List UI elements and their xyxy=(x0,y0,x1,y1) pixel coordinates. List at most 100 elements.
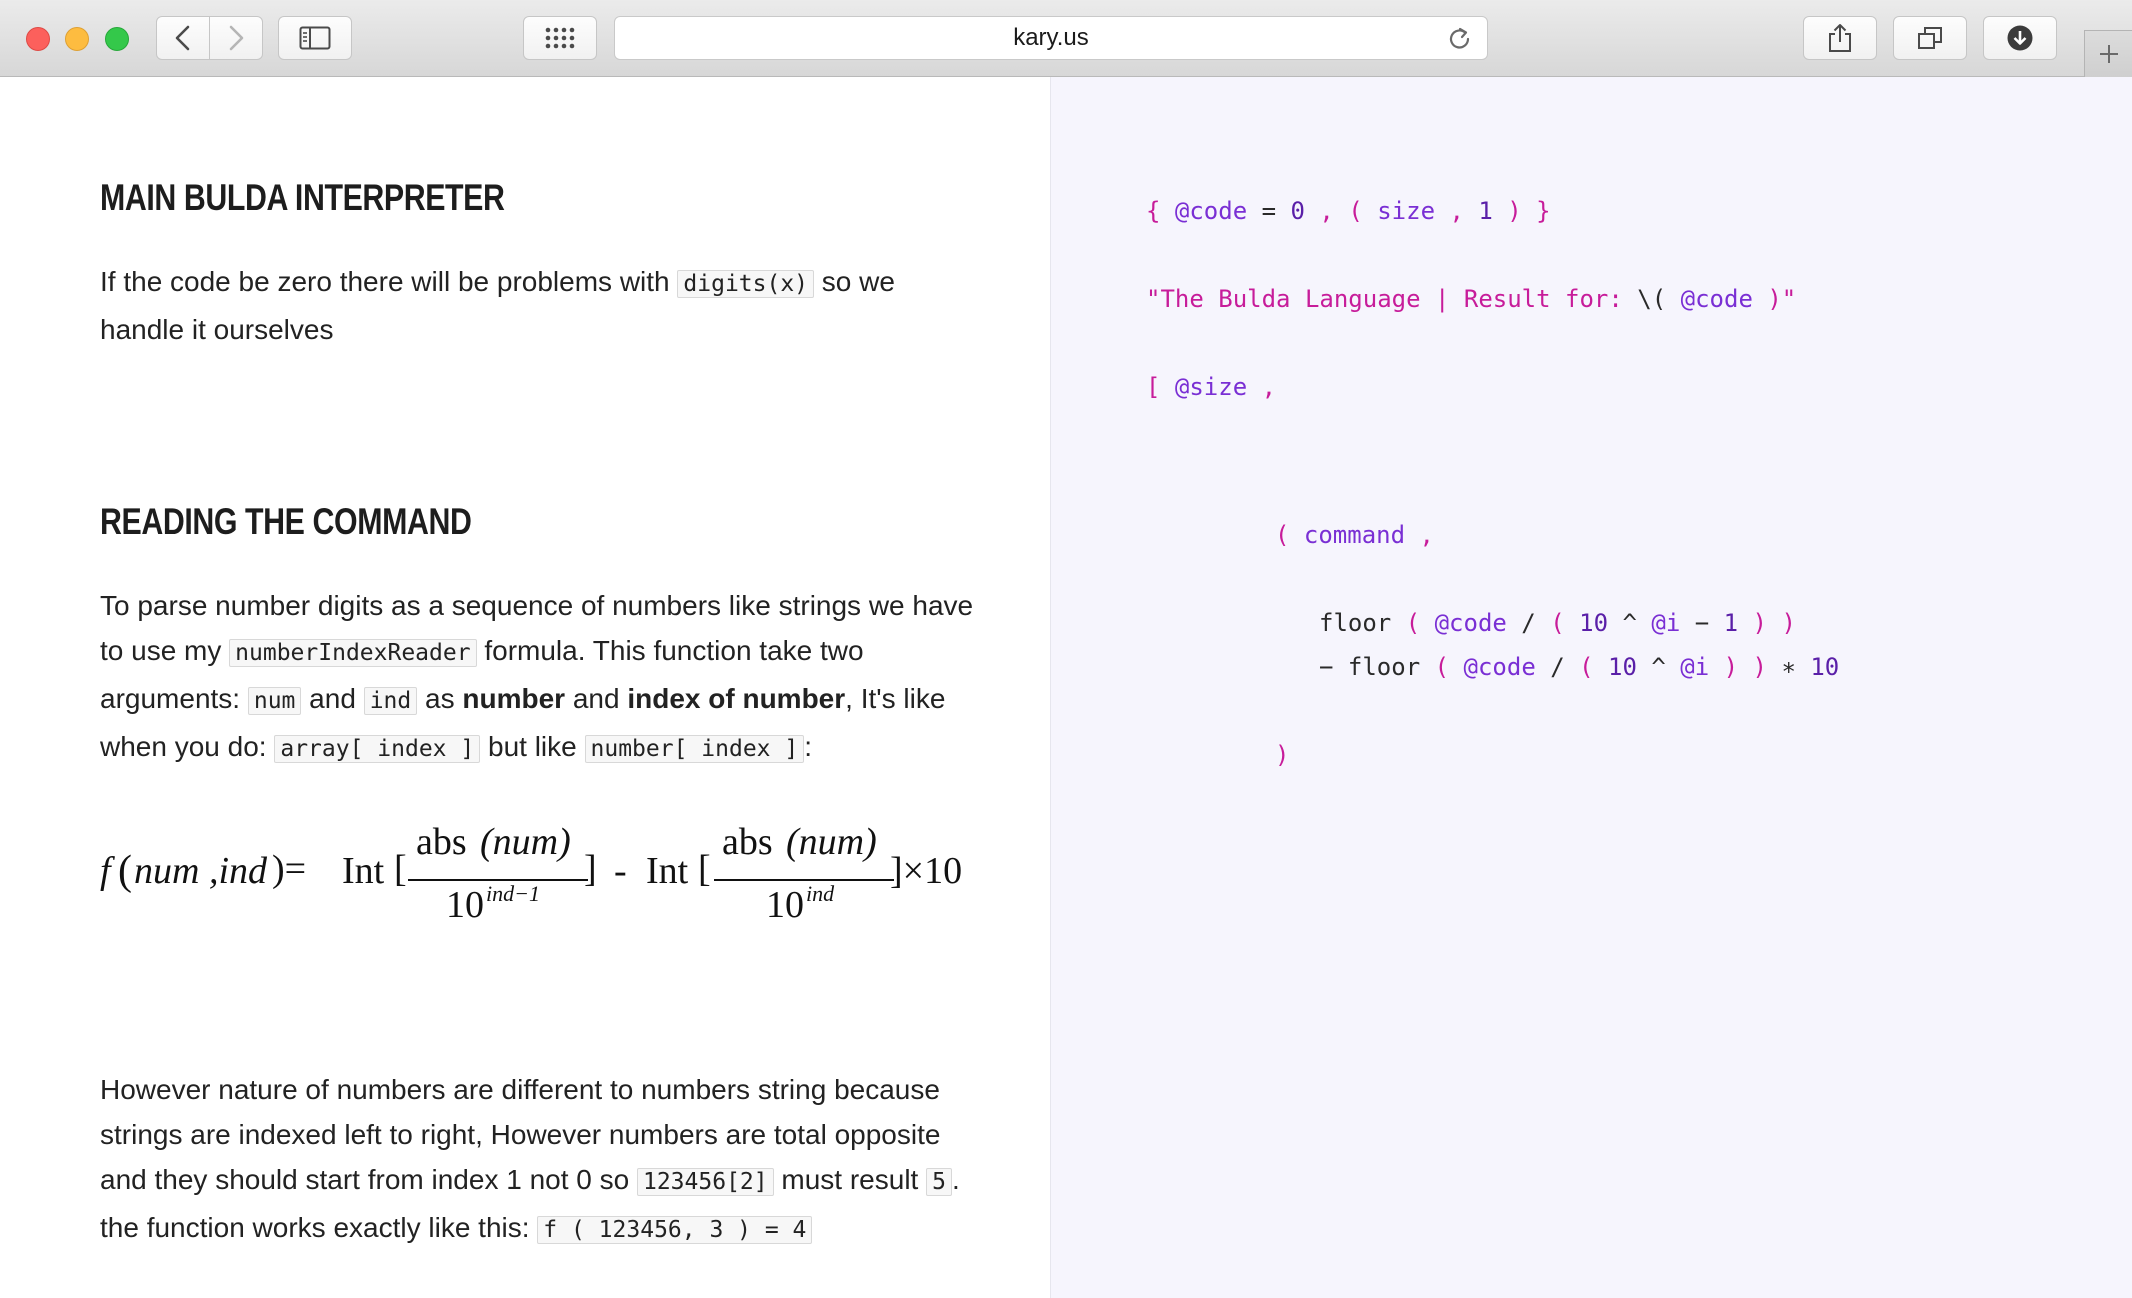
top-sites-button[interactable] xyxy=(523,16,597,60)
share-button[interactable] xyxy=(1803,16,1877,60)
download-icon xyxy=(2007,25,2033,51)
minimize-window-button[interactable] xyxy=(65,27,89,51)
token: size xyxy=(1377,197,1436,225)
article-column: MAIN BULDA INTERPRETER If the code be ze… xyxy=(0,77,1050,1298)
code-line-3: [ @size , xyxy=(1146,373,1276,401)
token: floor xyxy=(1319,609,1392,637)
inline-code: 123456[2] xyxy=(636,1168,774,1196)
token: , ( xyxy=(1304,197,1378,225)
token: "The Bulda Language | Result for: xyxy=(1146,285,1638,313)
formula-num1-arg: (num) xyxy=(480,821,571,863)
text: If the code be zero there will be proble… xyxy=(100,266,678,297)
token: ( xyxy=(1420,653,1464,681)
formula-bracket-close-1: ] xyxy=(584,848,597,890)
formula-tail: ]×10 xyxy=(890,850,963,892)
formula-args: num ,ind xyxy=(134,850,267,892)
inline-code: num xyxy=(247,687,302,715)
formula-num2-abs: abs xyxy=(722,821,773,863)
code-line-4: ( command , xyxy=(1275,521,1434,549)
formula-den1-base: 10 xyxy=(446,884,484,926)
token: @code xyxy=(1680,285,1753,313)
sidebar-toggle-button[interactable] xyxy=(278,16,352,60)
formula-bracket-open-2: [ xyxy=(698,848,711,890)
formula-num1-abs: abs xyxy=(416,821,467,863)
text: as xyxy=(417,683,463,714)
token: [ xyxy=(1146,373,1175,401)
token: / xyxy=(1535,653,1580,681)
sidebar-icon xyxy=(299,26,331,50)
formula-int-1: Int xyxy=(342,850,385,892)
back-button[interactable] xyxy=(156,16,210,60)
token: floor xyxy=(1347,653,1421,681)
token: 10 xyxy=(1579,609,1609,637)
token: / xyxy=(1506,609,1551,637)
token: ( xyxy=(1391,609,1435,637)
formula-paren-open: ( xyxy=(118,848,132,894)
token: ) xyxy=(1275,741,1290,769)
text: and xyxy=(565,683,628,714)
code-line-7: ) xyxy=(1275,741,1289,769)
token: = xyxy=(1247,197,1291,225)
url-text: kary.us xyxy=(1013,24,1089,51)
text: but like xyxy=(480,731,585,762)
inline-code: ind xyxy=(363,687,418,715)
address-bar[interactable]: kary.us xyxy=(614,16,1488,60)
token: ( xyxy=(1579,653,1609,681)
formula-int-2: Int xyxy=(646,850,689,892)
chevron-right-icon xyxy=(229,25,244,51)
code-panel: { @code = 0 , ( size , 1 ) } "The Bulda … xyxy=(1050,77,2132,1298)
token: , xyxy=(1247,373,1277,401)
inline-code: number[ index ] xyxy=(584,735,805,763)
token: ^ xyxy=(1636,653,1681,681)
token: ( xyxy=(1550,609,1580,637)
close-window-button[interactable] xyxy=(26,27,50,51)
plus-icon xyxy=(2099,45,2118,63)
code-line-6: − floor ( @code / ( 10 ^ @i ) ) ∗ 10 xyxy=(1319,653,1839,681)
section-heading-main-interpreter: MAIN BULDA INTERPRETER xyxy=(100,177,505,218)
page-content: MAIN BULDA INTERPRETER If the code be ze… xyxy=(0,77,2132,1298)
code-line-1: { @code = 0 , ( size , 1 ) } xyxy=(1146,197,1551,225)
token: 1 xyxy=(1478,197,1493,225)
token: @i xyxy=(1680,653,1710,681)
text: must result xyxy=(773,1164,927,1195)
inline-code: 5 xyxy=(926,1168,952,1196)
zoom-window-button[interactable] xyxy=(105,27,129,51)
token: − xyxy=(1680,609,1724,637)
formula-num2-arg: (num) xyxy=(786,821,877,863)
reload-icon[interactable] xyxy=(1447,26,1473,52)
token: ) ) xyxy=(1738,609,1796,637)
token: 0 xyxy=(1290,197,1305,225)
token: ) ) xyxy=(1709,653,1767,681)
token: @code xyxy=(1463,653,1536,681)
new-tab-button[interactable] xyxy=(2084,30,2132,77)
section2-paragraph-2: However nature of numbers are different … xyxy=(100,1067,960,1253)
text: and xyxy=(301,683,364,714)
show-tabs-button[interactable] xyxy=(1893,16,1967,60)
formula-minus: - xyxy=(614,850,627,892)
token: @code xyxy=(1434,609,1507,637)
token: 1 xyxy=(1723,609,1739,637)
share-icon xyxy=(1829,24,1851,52)
chevron-left-icon xyxy=(175,25,190,51)
section-heading-reading-command: READING THE COMMAND xyxy=(100,501,472,542)
formula-bracket-open-1: [ xyxy=(394,848,407,890)
token: ) } xyxy=(1492,197,1551,225)
token: , xyxy=(1405,521,1434,549)
inline-code: array[ index ] xyxy=(274,735,481,763)
token: @size xyxy=(1174,373,1248,401)
downloads-button[interactable] xyxy=(1983,16,2057,60)
token: − xyxy=(1319,653,1348,681)
inline-code: f ( 123456, 3 ) = 4 xyxy=(537,1216,813,1244)
code-line-2: "The Bulda Language | Result for: \( @co… xyxy=(1146,285,1796,313)
inline-code: numberIndexReader xyxy=(229,639,477,667)
section1-paragraph: If the code be zero there will be proble… xyxy=(100,259,960,352)
formula-paren-close: )= xyxy=(272,848,307,890)
number-index-reader-formula: f ( num ,ind )= Int [ abs (num) 10 ind−1… xyxy=(100,817,1000,927)
token: \( xyxy=(1637,285,1681,313)
forward-button[interactable] xyxy=(209,16,263,60)
token: command xyxy=(1303,521,1406,549)
browser-toolbar: kary.us xyxy=(0,0,2132,77)
code-line-5: floor ( @code / ( 10 ^ @i − 1 ) ) xyxy=(1319,609,1796,637)
token: )" xyxy=(1752,285,1797,313)
token: @i xyxy=(1651,609,1681,637)
